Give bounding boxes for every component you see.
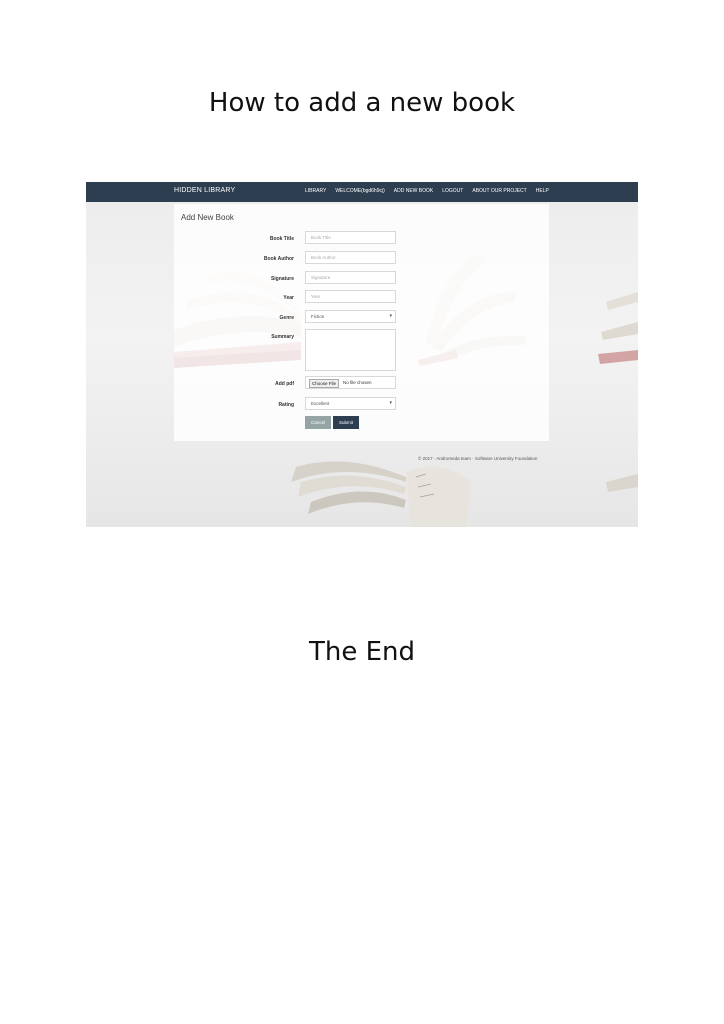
nav-links: LIBRARY WELCOME(bgd6h9cj) ADD NEW BOOK L…	[305, 188, 549, 194]
rating-label: Rating	[278, 402, 294, 408]
nav-link-add-new-book[interactable]: ADD NEW BOOK	[394, 188, 433, 194]
submit-button[interactable]: Submit	[333, 416, 359, 429]
add-book-form: Add New Book Book Title Book Title Book …	[174, 204, 549, 441]
nav-link-welcome[interactable]: WELCOME(bgd6h9cj)	[335, 188, 384, 194]
nav-link-about[interactable]: ABOUT OUR PROJECT	[472, 188, 526, 194]
summary-textarea[interactable]	[305, 329, 396, 371]
signature-input[interactable]: Signature	[305, 271, 396, 284]
book-author-input[interactable]: Book Author	[305, 251, 396, 264]
nav-link-help[interactable]: HELP	[536, 188, 549, 194]
brand-link[interactable]: HIDDEN LIBRARY	[174, 187, 235, 194]
year-input[interactable]: Year	[305, 290, 396, 303]
chevron-down-icon: ▾	[389, 313, 392, 319]
pdf-file-input: Choose File No file chosen	[305, 376, 396, 389]
summary-label: Summary	[271, 334, 294, 340]
genre-select[interactable]: Fiction ▾	[305, 310, 396, 323]
rating-select[interactable]: Excellent ▾	[305, 397, 396, 410]
chevron-down-icon: ▾	[389, 400, 392, 406]
navbar: HIDDEN LIBRARY LIBRARY WELCOME(bgd6h9cj)…	[86, 182, 638, 202]
form-title: Add New Book	[181, 213, 234, 222]
file-status: No file chosen	[343, 380, 372, 385]
pdf-label: Add pdf	[275, 381, 294, 387]
heading-bottom: The End	[308, 637, 416, 667]
footer-text: © 2017 · Andromeda team · Software Unive…	[418, 456, 538, 461]
signature-label: Signature	[270, 276, 294, 282]
book-title-label: Book Title	[269, 236, 294, 242]
genre-value: Fiction	[311, 314, 325, 319]
app-screenshot: HIDDEN LIBRARY LIBRARY WELCOME(bgd6h9cj)…	[86, 182, 638, 527]
choose-file-button[interactable]: Choose File	[309, 379, 340, 388]
book-title-input[interactable]: Book Title	[305, 231, 396, 244]
rating-value: Excellent	[311, 401, 330, 406]
year-label: Year	[283, 295, 294, 301]
heading-top: How to add a new book	[208, 88, 516, 118]
nav-link-logout[interactable]: LOGOUT	[442, 188, 463, 194]
book-author-label: Book Author	[263, 256, 294, 262]
nav-link-library[interactable]: LIBRARY	[305, 188, 326, 194]
genre-label: Genre	[279, 315, 294, 321]
cancel-button[interactable]: Cancel	[305, 416, 331, 429]
